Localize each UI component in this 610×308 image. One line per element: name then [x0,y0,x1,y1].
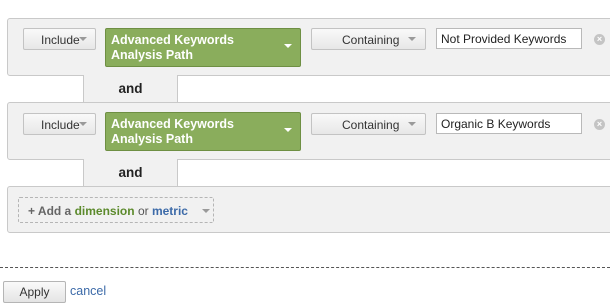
and-label: and [118,165,143,180]
match-type-label: Containing [342,118,400,132]
match-type-select-1[interactable]: Containing [311,28,426,50]
add-prefix: + Add a [28,204,72,218]
dimension-chip-2[interactable]: Advanced Keywords Analysis Path [105,112,301,151]
value-input-2[interactable] [436,113,582,134]
close-icon[interactable]: × [594,119,605,130]
chevron-down-icon [408,122,416,126]
match-type-select-2[interactable]: Containing [311,113,426,135]
footer-divider [0,267,610,268]
dimension-word: dimension [74,204,135,218]
chevron-down-icon [202,209,210,213]
chevron-down-icon [408,37,416,41]
cancel-link[interactable]: cancel [70,284,106,298]
chevron-down-icon [284,44,292,48]
add-dimension-or-metric-button[interactable]: + Add a dimension or metric [18,197,214,223]
match-type-label: Containing [342,33,400,47]
and-label: and [118,81,143,96]
and-connector-1: and [83,75,178,103]
include-select-2[interactable]: Include [23,113,96,135]
include-select-1[interactable]: Include [23,28,96,50]
chevron-down-icon [79,122,87,126]
dimension-chip-label: Advanced Keywords Analysis Path [111,117,234,146]
or-word: or [137,204,149,218]
dimension-chip-1[interactable]: Advanced Keywords Analysis Path [105,28,301,67]
chevron-down-icon [284,128,292,132]
metric-word: metric [151,204,188,218]
include-select-label: Include [41,118,80,132]
add-condition-row: + Add a dimension or metric [7,186,610,233]
include-select-label: Include [41,33,80,47]
add-button-label: + Add a dimension or metric [28,204,188,218]
close-icon[interactable]: × [594,34,605,45]
value-input-1[interactable] [436,28,582,49]
dimension-chip-label: Advanced Keywords Analysis Path [111,33,234,62]
chevron-down-icon [79,37,87,41]
apply-button[interactable]: Apply [3,281,66,303]
and-connector-2: and [83,159,178,187]
